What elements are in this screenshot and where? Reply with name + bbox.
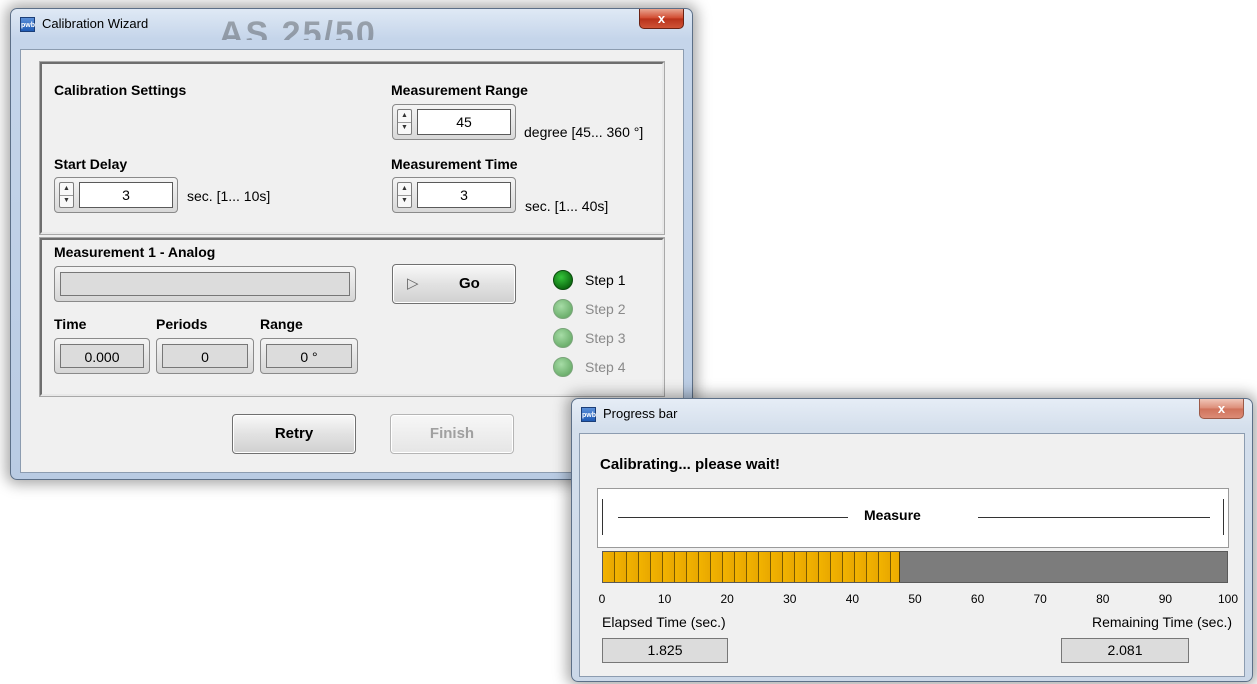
progress-bar — [602, 551, 1228, 583]
phase-right-line — [978, 517, 1210, 518]
remaining-label: Remaining Time (sec.) — [1091, 614, 1232, 630]
step-1-label: Step 1 — [585, 272, 626, 288]
measurement-heading: Measurement 1 - Analog — [54, 244, 216, 260]
pwb-app-icon: pwb — [581, 407, 596, 422]
spin-down-icon[interactable]: ▼ — [398, 122, 411, 134]
step-3-label: Step 3 — [585, 330, 626, 346]
measurement-time-label: Measurement Time — [391, 156, 518, 172]
step-2-led — [553, 299, 573, 319]
measurement-range-control: ▲ ▼ 45 — [392, 104, 516, 140]
range-label: Range — [260, 316, 303, 332]
settings-heading: Calibration Settings — [54, 82, 187, 98]
time-indicator: 0.000 — [54, 338, 150, 374]
progress-titlebar[interactable]: pwb Progress bar x — [572, 399, 1252, 429]
step-2-label: Step 2 — [585, 301, 626, 317]
range-indicator: 0 ° — [260, 338, 358, 374]
progress-message: Calibrating... please wait! — [600, 456, 781, 473]
step-1-led — [553, 270, 573, 290]
periods-value: 0 — [162, 344, 248, 368]
range-value: 0 ° — [266, 344, 352, 368]
progress-bar-fill — [603, 552, 901, 582]
play-triangle-icon: ▷ — [407, 275, 419, 292]
measurement-section: Measurement 1 - Analog ▷ Go Time Periods… — [39, 237, 665, 397]
measurement-range-label: Measurement Range — [391, 82, 528, 98]
measurement-range-unit: degree [45... 360 °] — [524, 124, 644, 140]
step-4-led — [553, 357, 573, 377]
close-icon: x — [657, 11, 666, 26]
finish-label: Finish — [429, 425, 475, 442]
measurement-range-spinner[interactable]: ▲ ▼ — [397, 109, 412, 135]
measurement-time-unit: sec. [1... 40s] — [525, 198, 609, 214]
scale-tick-label: 50 — [908, 592, 922, 606]
scale-tick-label: 100 — [1217, 592, 1239, 606]
spin-down-icon[interactable]: ▼ — [398, 195, 411, 207]
elapsed-label: Elapsed Time (sec.) — [602, 614, 726, 630]
calibration-titlebar[interactable]: pwb Calibration Wizard AS 25/50 x — [11, 9, 692, 40]
go-label: Go — [459, 275, 480, 292]
window-title: Calibration Wizard — [42, 16, 149, 31]
go-button[interactable]: ▷ Go — [392, 264, 516, 304]
background-watermark-text: AS 25/50 — [219, 15, 377, 40]
retry-button[interactable]: Retry — [232, 414, 356, 454]
scale-tick-label: 40 — [845, 592, 860, 606]
progress-close-button[interactable]: x — [1199, 399, 1244, 419]
periods-label: Periods — [156, 316, 208, 332]
finish-button[interactable]: Finish — [390, 414, 514, 454]
phase-label: Measure — [864, 507, 921, 523]
phase-left-bar — [602, 499, 603, 535]
scale-tick-label: 60 — [970, 592, 985, 606]
time-value: 0.000 — [60, 344, 144, 368]
calibration-settings-section: Calibration Settings Measurement Range ▲… — [39, 61, 665, 235]
close-icon: x — [1217, 401, 1226, 416]
progress-window-title: Progress bar — [603, 406, 678, 421]
measurement-progress-inner — [60, 272, 350, 296]
scale-tick-label: 20 — [720, 592, 734, 606]
phase-left-line — [618, 517, 848, 518]
scale-tick-label: 90 — [1158, 592, 1173, 606]
progress-window: pwb Progress bar x Calibrating... please… — [571, 398, 1253, 682]
scale-tick-label: 30 — [783, 592, 797, 606]
scale-tick-label: 80 — [1096, 592, 1110, 606]
scale-tick-label: 70 — [1033, 592, 1047, 606]
start-delay-unit: sec. [1... 10s] — [187, 188, 271, 204]
step-3-led — [553, 328, 573, 348]
measurement-range-input[interactable]: 45 — [417, 109, 511, 135]
start-delay-label: Start Delay — [54, 156, 128, 172]
scale-tick-label: 10 — [657, 592, 672, 606]
elapsed-value: 1.825 — [602, 638, 728, 663]
measurement-progress-field — [54, 266, 356, 302]
measurement-time-input[interactable]: 3 — [417, 182, 511, 208]
close-button[interactable]: x — [639, 9, 684, 29]
step-4-label: Step 4 — [585, 359, 626, 375]
scale-tick-label: 0 — [598, 592, 606, 606]
measurement-time-control: ▲ ▼ 3 — [392, 177, 516, 213]
pwb-app-icon: pwb — [20, 17, 35, 32]
phase-right-bar — [1223, 499, 1224, 535]
spin-down-icon[interactable]: ▼ — [60, 195, 73, 207]
start-delay-control: ▲ ▼ 3 — [54, 177, 178, 213]
start-delay-spinner[interactable]: ▲ ▼ — [59, 182, 74, 208]
phase-box: Measure — [597, 488, 1229, 548]
progress-client-area: Calibrating... please wait! Measure 0 10 2… — [579, 433, 1245, 677]
periods-indicator: 0 — [156, 338, 254, 374]
measurement-time-spinner[interactable]: ▲ ▼ — [397, 182, 412, 208]
retry-label: Retry — [274, 425, 314, 442]
remaining-value: 2.081 — [1061, 638, 1189, 663]
time-label: Time — [54, 316, 87, 332]
start-delay-input[interactable]: 3 — [79, 182, 173, 208]
